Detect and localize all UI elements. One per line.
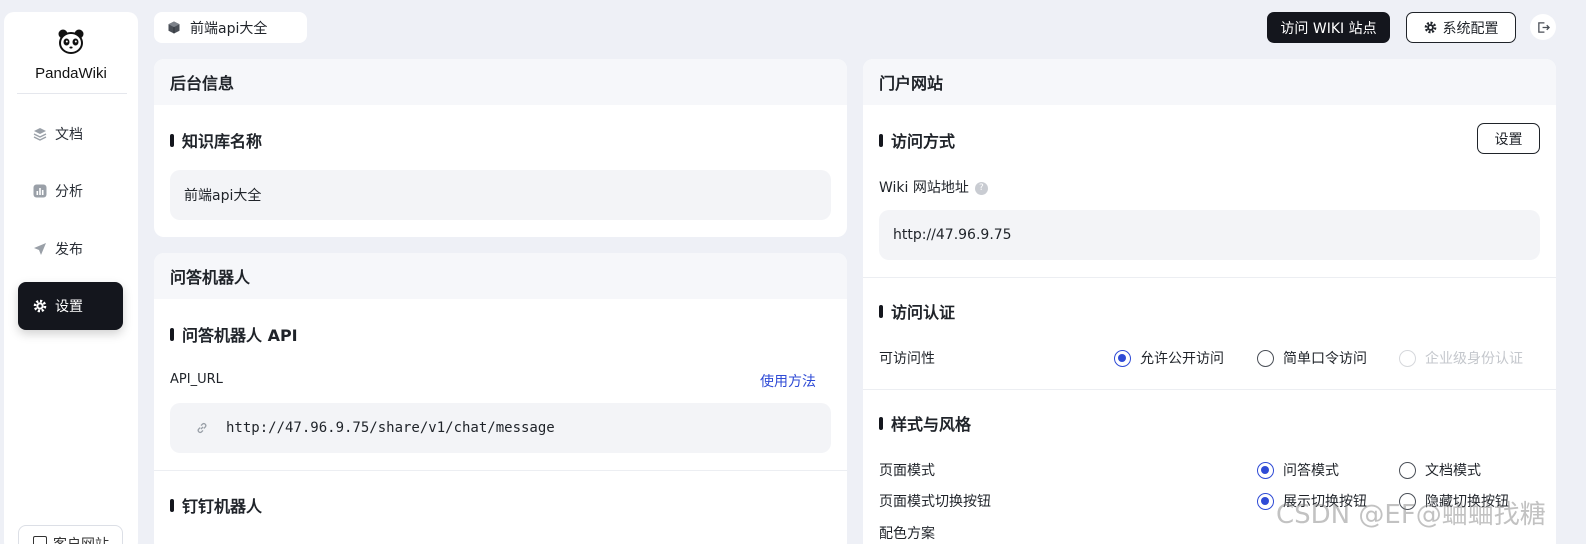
watermark: CSDN @EF@蛐蛐找糖: [1276, 500, 1546, 530]
section-title: 知识库名称: [170, 128, 262, 152]
radio-qa-mode[interactable]: 问答模式: [1257, 460, 1339, 480]
radio-password-access[interactable]: 简单口令访问: [1257, 348, 1367, 368]
section-title-text: 访问认证: [891, 303, 956, 322]
radio-dot: [1114, 349, 1131, 367]
panda-logo-icon: [58, 29, 84, 54]
backend-info-card: 后台信息 知识库名称 前端api大全: [154, 59, 847, 237]
link-icon: [197, 422, 207, 434]
logout-button[interactable]: [1530, 14, 1556, 40]
logout-icon: [1537, 21, 1550, 33]
section-marker: [879, 416, 883, 430]
api-url-value: http://47.96.9.75/share/v1/chat/message: [226, 420, 555, 436]
chart-icon: [33, 184, 47, 198]
card-title: 后台信息: [154, 59, 847, 105]
send-icon: [34, 243, 46, 255]
page-mode-label: 页面模式: [879, 463, 935, 479]
sidebar-divider: [17, 93, 127, 94]
wiki-url-field[interactable]: http://47.96.9.75: [879, 210, 1540, 260]
api-url-label: API_URL: [170, 372, 223, 387]
section-title: 问答机器人 API: [170, 322, 298, 346]
section-title: 样式与风格: [879, 411, 971, 435]
sidebar-bottom-label: 客户网站: [53, 534, 109, 544]
sidebar-item-analytics[interactable]: 分析: [18, 167, 123, 215]
sidebar-item-docs[interactable]: 文档: [18, 110, 123, 158]
radio-label: 企业级身份认证: [1425, 351, 1523, 367]
radio-label: 文档模式: [1425, 463, 1481, 479]
section-title: 访问方式: [879, 128, 955, 152]
section-title-text: 问答机器人 API: [182, 326, 298, 345]
mode-switch-label: 页面模式切换按钮: [879, 494, 991, 510]
api-url-field[interactable]: http://47.96.9.75/share/v1/chat/message: [170, 403, 831, 453]
radio-dot: [1257, 461, 1274, 479]
kb-name: 前端api大全: [190, 20, 268, 37]
radio-label: 允许公开访问: [1140, 351, 1224, 367]
divider: [154, 470, 847, 471]
radio-dot: [1257, 492, 1274, 510]
sidebar-item-publish[interactable]: 发布: [18, 225, 123, 273]
radio-label: 简单口令访问: [1283, 351, 1367, 367]
section-marker: [170, 498, 174, 512]
sidebar-item-label: 分析: [55, 184, 83, 200]
accessibility-label: 可访问性: [879, 351, 935, 367]
portal-card: 门户网站 访问方式 设置 Wiki 网站地址? http://47.96.9.7…: [863, 59, 1556, 544]
layers-icon: [33, 128, 47, 141]
section-marker: [170, 327, 174, 341]
sidebar-item-settings[interactable]: 设置: [18, 282, 123, 330]
section-title-text: 访问方式: [891, 132, 956, 151]
radio-doc-mode[interactable]: 文档模式: [1399, 460, 1481, 480]
radio-label: 问答模式: [1283, 463, 1339, 479]
qa-bot-card: 问答机器人 问答机器人 API API_URL 使用方法 http://47.9…: [154, 253, 847, 544]
section-title-text: 知识库名称: [182, 132, 263, 151]
radio-dot: [1257, 349, 1274, 367]
knowledge-base-selector[interactable]: 前端api大全: [154, 12, 307, 43]
usage-link[interactable]: 使用方法: [760, 371, 816, 391]
wiki-url-label-text: Wiki 网站地址: [879, 180, 969, 196]
kb-name-value: 前端api大全: [184, 188, 262, 204]
section-marker: [879, 133, 883, 147]
card-title: 问答机器人: [154, 253, 847, 299]
section-marker: [879, 304, 883, 318]
sidebar-bottom-button[interactable]: 客户网站: [18, 525, 123, 544]
brand-logo[interactable]: PandaWiki: [4, 12, 138, 94]
section-marker: [170, 133, 174, 147]
section-title-text: 样式与风格: [891, 415, 972, 434]
system-config-button[interactable]: 系统配置: [1406, 12, 1516, 43]
monitor-icon: [33, 536, 47, 544]
sidebar-item-label: 文档: [55, 127, 83, 143]
gear-icon: [33, 299, 47, 313]
brand-name: PandaWiki: [35, 65, 107, 82]
section-title-text: 钉钉机器人: [182, 497, 263, 516]
sidebar-item-label: 设置: [55, 299, 83, 315]
access-settings-button[interactable]: 设置: [1477, 123, 1540, 154]
sidebar-item-label: 发布: [55, 242, 83, 258]
kb-name-field[interactable]: 前端api大全: [170, 170, 831, 220]
wiki-url-value: http://47.96.9.75: [893, 227, 1012, 243]
gear-icon: [1424, 21, 1436, 34]
radio-dot: [1399, 349, 1416, 367]
radio-enterprise-auth: 企业级身份认证: [1399, 348, 1523, 368]
cube-icon: [168, 21, 180, 34]
help-icon[interactable]: ?: [974, 181, 988, 195]
sidebar: PandaWiki 文档 分析 发布 设置 客: [4, 12, 138, 544]
color-scheme-label: 配色方案: [879, 526, 935, 542]
radio-public-access[interactable]: 允许公开访问: [1114, 348, 1224, 368]
section-title: 钉钉机器人: [170, 493, 262, 517]
system-config-label: 系统配置: [1442, 20, 1499, 37]
card-title: 门户网站: [863, 59, 1556, 105]
section-title: 访问认证: [879, 299, 955, 323]
wiki-url-label: Wiki 网站地址?: [879, 177, 988, 197]
visit-wiki-button[interactable]: 访问 WIKI 站点: [1267, 12, 1390, 43]
radio-dot: [1399, 461, 1416, 479]
divider: [863, 389, 1556, 390]
divider: [863, 277, 1556, 278]
